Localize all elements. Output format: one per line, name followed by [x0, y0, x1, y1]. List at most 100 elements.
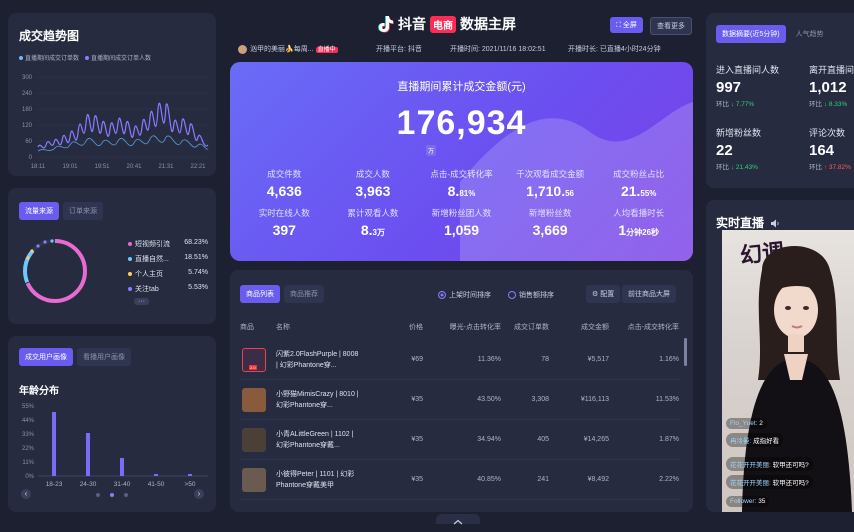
- tab-popularity-trend[interactable]: 人气趋势: [790, 25, 830, 43]
- traffic-item: 短视频引流 68.23%: [128, 239, 208, 249]
- stats-panel: 数据摘要(近5分钟) 人气趋势 进入直播间人数 997 环比 ↓ 7.77% 离…: [706, 13, 854, 188]
- x-tick: 31-40: [114, 481, 131, 488]
- next-page-button[interactable]: ›: [194, 489, 204, 499]
- start-time-info: 开播时间: 2021/11/16 18:02:51: [450, 46, 546, 53]
- chat-message: 冉冷曼: 成指好看: [726, 433, 784, 447]
- gmv-hero-card: 直播期间累计成交金额(元) 176,934 万 成交件数 4,636 成交人数 3,…: [230, 62, 693, 261]
- y-tick: 0: [29, 155, 33, 161]
- duration-info: 开播时长: 已直播4小时24分钟: [568, 46, 661, 53]
- kpi-item: 新增粉丝数 3,669: [528, 208, 572, 238]
- anchor-info: 汹甲的美丽🍌每周... 直播中: [238, 44, 338, 54]
- goto-product-screen-button[interactable]: 前往商品大屏: [622, 285, 676, 303]
- kpi-item: 累计观看人数 8.3万: [347, 208, 399, 238]
- age-chart: 55% 44% 33% 22% 11% 0% 18-23 24-30 31-40…: [22, 404, 208, 497]
- traffic-tabs: 流量来源 订单来源: [19, 202, 103, 220]
- y-tick: 300: [22, 75, 33, 81]
- x-tick: 41-50: [148, 481, 165, 488]
- avatar: [238, 44, 247, 54]
- bar-31-40: [120, 458, 124, 476]
- x-tick: 22:21: [190, 164, 206, 170]
- sort-by-sales-radio[interactable]: 销售额排序: [508, 290, 554, 300]
- speaker-icon[interactable]: [770, 219, 780, 228]
- page-title: 数据主屏: [460, 16, 516, 32]
- product-thumbnail: 2.0: [242, 348, 266, 372]
- table-row[interactable]: 小野猫MimisCrazy | 8010 | 幻彩Phantone穿... ¥3…: [240, 380, 681, 420]
- kpi-item: 新增粉丝团人数 1,059: [431, 208, 492, 238]
- tab-data-summary[interactable]: 数据摘要(近5分钟): [716, 25, 786, 43]
- live-badge: 直播中: [315, 47, 338, 53]
- tab-product-recommend[interactable]: 商品推荐: [284, 285, 324, 303]
- age-panel: 成交用户画像 看播用户画像 年龄分布 55% 44% 33% 22% 11% 0…: [8, 336, 216, 512]
- stat-comments: 评论次数 164 环比 ↑ 37.82%: [809, 128, 851, 171]
- chat-message: Flo_Yuet: 2: [726, 418, 767, 429]
- logo-text: 抖音: [398, 16, 426, 32]
- stat-enter: 进入直播间人数 997 环比 ↓ 7.77%: [716, 65, 780, 108]
- kpi-item: 点击-成交转化率 8.81%: [430, 169, 493, 199]
- traffic-item: 直播自然... 18.51%: [128, 254, 208, 264]
- traffic-item: 关注tab 5.53%: [128, 284, 208, 294]
- product-name: 小野猫MimisCrazy | 8010 | 幻彩Phantone穿...: [276, 391, 359, 409]
- chat-message: Follower: 35: [726, 496, 770, 507]
- collapse-handle[interactable]: [436, 514, 480, 525]
- config-button[interactable]: ⚙ 配置: [586, 285, 621, 303]
- live-panel: 实时直播 幻调 Flo_Yuet: 2 冉冷曼: 成指好看 花花开开美丽: 软甲…: [706, 200, 854, 512]
- chevron-up-icon: [453, 519, 463, 525]
- product-name: 小彼得Peter | 1101 | 幻彩Phantone穿戴美甲: [276, 471, 355, 489]
- y-tick: 0%: [25, 474, 34, 480]
- kpi-item: 成交件数 4,636: [266, 169, 302, 199]
- sort-by-time-radio[interactable]: 上架时间排序: [438, 290, 491, 300]
- y-tick: 22%: [22, 446, 35, 452]
- dashboard-header: 抖音 电商 数据主屏 ⛶ 全屏 查看更多 汹甲的美丽🍌每周... 直播中 开播平台…: [228, 8, 694, 58]
- y-tick: 180: [22, 107, 33, 113]
- y-tick: 120: [22, 123, 33, 129]
- prev-page-button[interactable]: ‹: [21, 489, 31, 499]
- product-thumbnail: [242, 468, 266, 492]
- bar-24-30: [86, 433, 90, 476]
- y-tick: 33%: [22, 432, 35, 438]
- x-tick: >50: [184, 481, 195, 488]
- x-tick: 20:41: [126, 164, 142, 170]
- trend-panel: 成交趋势图 直播期间成交订单数 直播期间成交订单人数 300 240 180 1…: [8, 13, 216, 176]
- table-row[interactable]: 2.0 闪紫2.0FlashPurple | 8008 | 幻彩Phantone…: [240, 340, 681, 380]
- view-more-button[interactable]: 查看更多: [650, 17, 692, 35]
- product-thumbnail: [242, 428, 266, 452]
- kpi-grid: 成交件数 4,636 成交人数 3,963 点击-成交转化率 8.81% 千次观看成交…: [240, 168, 683, 238]
- tab-traffic-source[interactable]: 流量来源: [19, 202, 59, 220]
- platform-info: 开播平台: 抖音: [376, 46, 422, 53]
- traffic-item: 个人主页 5.74%: [128, 269, 208, 279]
- kpi-item: 人均看播时长 1分钟26秒: [613, 208, 665, 238]
- tab-order-source[interactable]: 订单来源: [63, 202, 103, 220]
- tiktok-icon: [378, 16, 394, 33]
- gmv-value: 176,934: [396, 104, 527, 142]
- y-tick: 240: [22, 91, 33, 97]
- kpi-item: 千次观看成交金额 1,710.56: [516, 169, 585, 199]
- kpi-item: 成交人数 3,963: [355, 169, 391, 199]
- table-scrollbar[interactable]: [684, 338, 687, 366]
- gmv-title: 直播期间累计成交金额(元): [397, 81, 526, 93]
- chat-message: 花花开开美丽: 软甲还可吗?: [726, 457, 813, 471]
- live-video[interactable]: 幻调 Flo_Yuet: 2 冉冷曼: 成指好看 花花开开美丽: 软甲还可吗? …: [722, 230, 854, 512]
- fullscreen-button[interactable]: ⛶ 全屏: [610, 17, 643, 33]
- kpi-item: 实时在线人数 397: [258, 208, 310, 238]
- stats-tabs: 数据摘要(近5分钟) 人气趋势: [716, 25, 830, 43]
- y-tick: 44%: [22, 418, 35, 424]
- kpi-item: 成交粉丝占比 21.55%: [613, 169, 665, 199]
- table-row[interactable]: 小青ALittleGreen | 1102 | 幻彩Phantone穿戴... …: [240, 420, 681, 460]
- product-panel: 商品列表 商品推荐 上架时间排序 销售额排序 ⚙ 配置 前往商品大屏 商品 名称…: [230, 270, 693, 512]
- traffic-panel: 流量来源 订单来源 短视频引流 68.23% 直播自然... 18.51% 个人主页…: [8, 188, 216, 324]
- x-tick: 24-30: [80, 481, 97, 488]
- x-tick: 19:51: [94, 164, 110, 170]
- tab-product-list[interactable]: 商品列表: [240, 285, 280, 303]
- chat-message: 花花开开美丽: 软甲还可吗?: [726, 475, 813, 489]
- brand-logo: 抖音 电商 数据主屏: [378, 14, 516, 34]
- live-title: 实时直播: [716, 214, 780, 231]
- traffic-more-button[interactable]: ···: [134, 298, 149, 305]
- stat-leave: 离开直播间人数 1,012 环比 ↓ 8.33%: [809, 65, 854, 108]
- table-row[interactable]: 小彼得Peter | 1101 | 幻彩Phantone穿戴美甲 ¥35 40.…: [240, 460, 681, 500]
- product-toolbar: 商品列表 商品推荐 上架时间排序 销售额排序 ⚙ 配置 前往商品大屏: [240, 285, 683, 305]
- product-name: 小青ALittleGreen | 1102 | 幻彩Phantone穿戴...: [276, 431, 354, 449]
- logo-badge: 电商: [430, 15, 456, 33]
- gmv-unit: 万: [426, 145, 437, 156]
- bar-18-23: [52, 412, 56, 476]
- product-thumbnail: [242, 388, 266, 412]
